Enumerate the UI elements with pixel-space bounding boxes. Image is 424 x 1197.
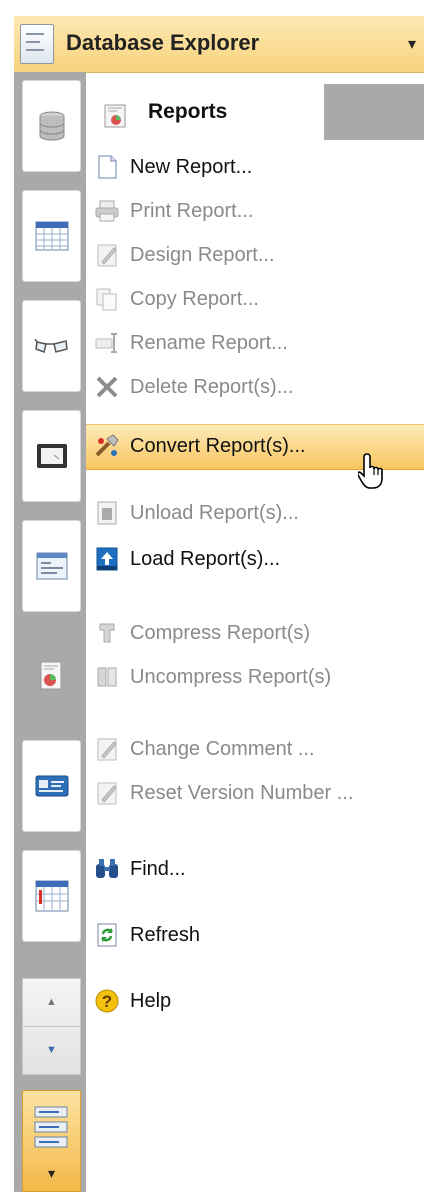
load-icon: [96, 547, 118, 571]
sidebar-database-button[interactable]: [22, 80, 81, 172]
menu-item-label: Load Report(s)...: [130, 548, 281, 570]
form-icon: [36, 444, 67, 468]
comment-pencil-icon: [97, 738, 117, 761]
menu-item-label: Reset Version Number ...: [130, 782, 354, 804]
window-icon: [36, 552, 67, 580]
menu-item-delete-report[interactable]: Delete Report(s)...: [86, 366, 424, 410]
menu-item-label: Unload Report(s)...: [130, 502, 299, 524]
rename-icon: [95, 333, 117, 353]
menu-item-label: Change Comment ...: [130, 738, 315, 760]
view-list-icon: [34, 1106, 68, 1148]
menu-item-help[interactable]: ? Help: [86, 980, 424, 1024]
card-icon: [35, 775, 68, 797]
menu-item-label: Rename Report...: [130, 332, 288, 354]
tab-bar: Reports: [86, 84, 424, 140]
menu-item-new-report[interactable]: New Report...: [86, 146, 424, 190]
scroll-down-button[interactable]: ▼: [23, 1027, 80, 1074]
tab-reports[interactable]: Reports: [86, 84, 324, 140]
menu-item-label: Copy Report...: [130, 288, 259, 310]
menu-item-label: Design Report...: [130, 244, 275, 266]
sidebar-forms-button[interactable]: [22, 410, 81, 502]
menu-item-label: Convert Report(s)...: [130, 435, 306, 457]
tab-label: Reports: [148, 100, 228, 123]
menu-item-label: Find...: [130, 858, 186, 880]
view-options-dropdown-icon: ▾: [47, 1165, 56, 1181]
compress-icon: [99, 623, 115, 643]
new-report-icon: [98, 155, 117, 179]
menu-item-rename-report[interactable]: Rename Report...: [86, 322, 424, 366]
copy-icon: [96, 288, 117, 311]
menu-item-print-report[interactable]: Print Report...: [86, 190, 424, 234]
menu-item-unload-report[interactable]: Unload Report(s)...: [86, 492, 424, 536]
delete-x-icon: [96, 376, 118, 398]
sidebar-view-options-button[interactable]: ▾: [22, 1090, 81, 1192]
header-dropdown-icon[interactable]: ▾: [408, 34, 416, 54]
explorer-icon: [20, 24, 54, 64]
uncompress-icon: [97, 667, 117, 687]
sidebar-labels-button[interactable]: [22, 740, 81, 832]
explorer-title: Database Explorer: [66, 30, 260, 55]
printer-icon: [95, 200, 119, 222]
report-icon: [40, 661, 61, 690]
menu-item-reset-version[interactable]: Reset Version Number ...: [86, 772, 424, 816]
glasses-icon: [33, 338, 68, 353]
calendar-icon: [35, 880, 68, 912]
menu-item-copy-report[interactable]: Copy Report...: [86, 278, 424, 322]
reports-command-menu: New Report... Print Report... Design Rep…: [86, 140, 424, 1197]
sidebar-windows-button[interactable]: [22, 520, 81, 612]
sidebar-calendar-button[interactable]: [22, 850, 81, 942]
refresh-icon: [97, 923, 117, 947]
help-icon: ?: [95, 989, 119, 1013]
sidebar-queries-button[interactable]: [22, 300, 81, 392]
menu-item-label: Refresh: [130, 924, 201, 946]
menu-item-find[interactable]: Find...: [86, 848, 424, 892]
convert-tools-icon: [95, 434, 119, 457]
menu-item-label: Uncompress Report(s): [130, 666, 332, 688]
reports-tab-icon: [104, 104, 126, 128]
menu-item-label: Delete Report(s)...: [130, 376, 294, 398]
unload-icon: [97, 501, 117, 525]
menu-item-design-report[interactable]: Design Report...: [86, 234, 424, 278]
database-icon: [39, 111, 64, 141]
sidebar-reports-button[interactable]: [22, 630, 81, 722]
menu-item-load-report[interactable]: Load Report(s)...: [86, 538, 424, 582]
menu-item-label: Help: [130, 990, 172, 1012]
menu-item-uncompress-report[interactable]: Uncompress Report(s): [86, 656, 424, 700]
menu-item-label: New Report...: [130, 156, 253, 178]
category-sidebar: ▲ ▼ ▾: [14, 72, 86, 1192]
menu-item-compress-report[interactable]: Compress Report(s): [86, 612, 424, 656]
explorer-header[interactable]: Database Explorer ▾: [14, 16, 424, 73]
design-pencil-icon: [97, 244, 117, 267]
menu-item-change-comment[interactable]: Change Comment ...: [86, 728, 424, 772]
scroll-up-button[interactable]: ▲: [23, 979, 80, 1027]
menu-item-label: Print Report...: [130, 200, 254, 222]
sidebar-tables-button[interactable]: [22, 190, 81, 282]
table-icon: [35, 221, 68, 251]
binoculars-icon: [96, 859, 118, 878]
svg-text:?: ?: [102, 992, 112, 1011]
hand-cursor-icon: [358, 453, 383, 489]
menu-item-label: Compress Report(s): [130, 622, 311, 644]
sidebar-scroll-control: ▲ ▼: [22, 978, 81, 1075]
database-explorer-panel: Database Explorer ▾ ▲ ▼ ▾ Reports New Re…: [0, 0, 424, 1197]
reset-version-icon: [97, 782, 117, 805]
menu-item-refresh[interactable]: Refresh: [86, 914, 424, 958]
